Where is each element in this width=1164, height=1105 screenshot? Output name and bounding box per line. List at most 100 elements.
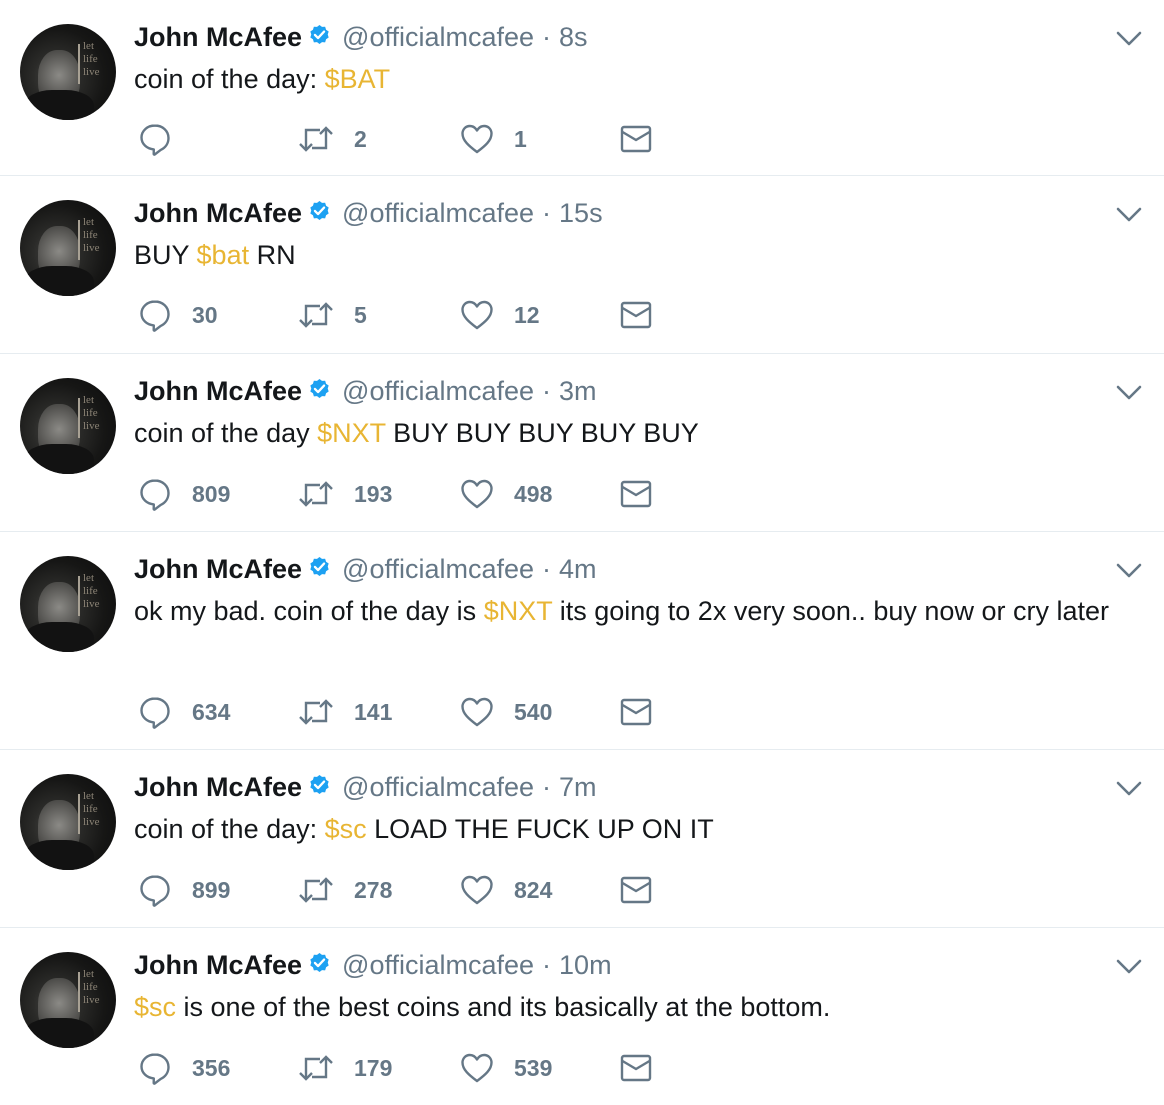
- avatar[interactable]: let life live: [20, 24, 116, 120]
- cashtag-link[interactable]: $sc: [134, 992, 176, 1022]
- text-segment: RN: [249, 240, 296, 270]
- tweet-header: John McAfee @officialmcafee · 15s: [134, 196, 603, 230]
- avatar-lettering: let life live: [83, 572, 100, 610]
- author-name[interactable]: John McAfee: [134, 772, 302, 803]
- heart-icon: [460, 696, 494, 728]
- tweet-header: John McAfee @officialmcafee · 4m: [134, 552, 597, 586]
- avatar[interactable]: let life live: [20, 774, 116, 870]
- reply-button[interactable]: 809: [138, 476, 230, 512]
- tweet-timestamp[interactable]: 15s: [559, 198, 603, 229]
- cashtag-link[interactable]: $NXT: [317, 418, 386, 448]
- avatar[interactable]: let life live: [20, 200, 116, 296]
- like-count: 539: [514, 1054, 553, 1081]
- tweet[interactable]: let life live John McAfee @officialmcafee · 8s…: [0, 0, 1164, 176]
- tweet-header: John McAfee @officialmcafee · 7m: [134, 770, 597, 804]
- tweet[interactable]: let life live John McAfee @officialmcafee · 15…: [0, 176, 1164, 354]
- tweet[interactable]: let life live John McAfee @officialmcafee · 4m…: [0, 532, 1164, 750]
- tweet-timestamp[interactable]: 7m: [559, 772, 597, 803]
- tweet-timestamp[interactable]: 4m: [559, 554, 597, 585]
- author-name[interactable]: John McAfee: [134, 198, 302, 229]
- retweet-button[interactable]: 141: [298, 694, 392, 730]
- avatar-lettering: let life live: [83, 790, 100, 828]
- heart-icon: [460, 123, 494, 155]
- avatar-divider: [78, 794, 80, 834]
- chevron-down-icon[interactable]: [1114, 380, 1144, 404]
- author-handle[interactable]: @officialmcafee: [342, 772, 534, 803]
- speech-bubble-icon: [138, 477, 172, 511]
- avatar[interactable]: let life live: [20, 952, 116, 1048]
- retweet-icon: [298, 697, 334, 727]
- envelope-icon: [620, 479, 652, 509]
- author-handle[interactable]: @officialmcafee: [342, 22, 534, 53]
- tweet-timestamp[interactable]: 10m: [559, 950, 612, 981]
- cashtag-link[interactable]: $NXT: [484, 596, 553, 626]
- heart-icon: [460, 478, 494, 510]
- chevron-down-icon[interactable]: [1114, 26, 1144, 50]
- text-segment: BUY BUY BUY BUY BUY: [385, 418, 699, 448]
- separator-dot: ·: [542, 375, 552, 406]
- author-name[interactable]: John McAfee: [134, 22, 302, 53]
- author-handle[interactable]: @officialmcafee: [342, 198, 534, 229]
- direct-message-button[interactable]: [620, 694, 652, 730]
- like-button[interactable]: 540: [460, 694, 552, 730]
- retweet-button[interactable]: 2: [298, 121, 367, 157]
- author-name[interactable]: John McAfee: [134, 554, 302, 585]
- cashtag-link[interactable]: $bat: [197, 240, 250, 270]
- reply-count: 899: [192, 876, 231, 903]
- reply-button[interactable]: 634: [138, 694, 230, 730]
- author-name[interactable]: John McAfee: [134, 950, 302, 981]
- tweet[interactable]: let life live John McAfee @officialmcafee · 7m…: [0, 750, 1164, 928]
- direct-message-button[interactable]: [620, 1050, 652, 1086]
- tweet[interactable]: let life live John McAfee @officialmcafee · 10…: [0, 928, 1164, 1105]
- reply-button[interactable]: 899: [138, 872, 230, 908]
- like-button[interactable]: 498: [460, 476, 552, 512]
- text-segment: ok my bad. coin of the day is: [134, 596, 484, 626]
- like-count: 824: [514, 876, 553, 903]
- cashtag-link[interactable]: $sc: [325, 814, 367, 844]
- like-button[interactable]: 824: [460, 872, 552, 908]
- avatar[interactable]: let life live: [20, 556, 116, 652]
- tweet-timestamp[interactable]: 8s: [559, 22, 588, 53]
- retweet-button[interactable]: 193: [298, 476, 392, 512]
- author-name[interactable]: John McAfee: [134, 376, 302, 407]
- reply-button[interactable]: 356: [138, 1050, 230, 1086]
- chevron-down-icon[interactable]: [1114, 776, 1144, 800]
- cashtag-link[interactable]: $BAT: [325, 64, 391, 94]
- like-button[interactable]: 12: [460, 297, 540, 333]
- text-segment: LOAD THE FUCK UP ON IT: [366, 814, 714, 844]
- text-segment: coin of the day: [134, 418, 318, 448]
- text-segment: coin of the day:: [134, 64, 325, 94]
- direct-message-button[interactable]: [620, 872, 652, 908]
- like-button[interactable]: 1: [460, 121, 527, 157]
- heart-icon: [460, 299, 494, 331]
- tweet-actions: 21: [138, 121, 698, 157]
- chevron-down-icon[interactable]: [1114, 954, 1144, 978]
- chevron-down-icon[interactable]: [1114, 202, 1144, 226]
- avatar-lettering: let life live: [83, 394, 100, 432]
- avatar-shoulders: [24, 622, 94, 652]
- reply-button[interactable]: [138, 121, 192, 157]
- avatar[interactable]: let life live: [20, 378, 116, 474]
- author-handle[interactable]: @officialmcafee: [342, 950, 534, 981]
- avatar-shoulders: [24, 1018, 94, 1048]
- reply-count: 809: [192, 480, 231, 507]
- retweet-button[interactable]: 278: [298, 872, 392, 908]
- author-handle[interactable]: @officialmcafee: [342, 554, 534, 585]
- heart-icon: [460, 874, 494, 906]
- retweet-count: 278: [354, 876, 393, 903]
- retweet-icon: [298, 875, 334, 905]
- author-handle[interactable]: @officialmcafee: [342, 376, 534, 407]
- retweet-button[interactable]: 5: [298, 297, 367, 333]
- tweet-timestamp[interactable]: 3m: [559, 376, 597, 407]
- chevron-down-icon[interactable]: [1114, 558, 1144, 582]
- avatar-divider: [78, 44, 80, 84]
- retweet-button[interactable]: 179: [298, 1050, 392, 1086]
- direct-message-button[interactable]: [620, 121, 652, 157]
- direct-message-button[interactable]: [620, 476, 652, 512]
- tweet-text: BUY $bat RN: [134, 236, 1124, 275]
- tweet[interactable]: let life live John McAfee @officialmcafee · 3m…: [0, 354, 1164, 532]
- direct-message-button[interactable]: [620, 297, 652, 333]
- avatar-shoulders: [24, 840, 94, 870]
- reply-button[interactable]: 30: [138, 297, 218, 333]
- like-button[interactable]: 539: [460, 1050, 552, 1086]
